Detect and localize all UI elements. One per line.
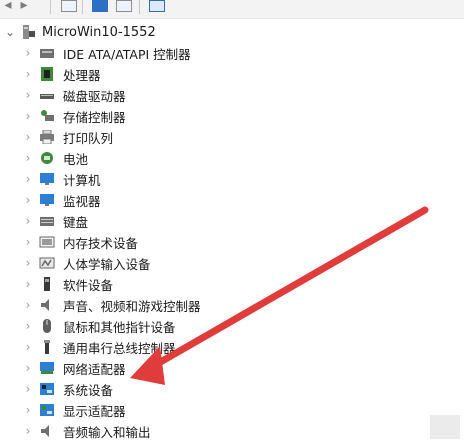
tree-item-label: 通用串行总线控制器: [63, 340, 176, 356]
chevron-right-icon[interactable]: ›: [23, 190, 33, 210]
chevron-right-icon[interactable]: ›: [23, 64, 33, 84]
tree-item-monitor[interactable]: › 监视器: [0, 190, 464, 210]
tree-item-label: 系统设备: [63, 382, 114, 398]
hid-icon: [39, 257, 55, 269]
sound-icon: [41, 299, 49, 311]
tree-item-label: 键盘: [63, 214, 89, 230]
storage-controller-icon: [41, 110, 54, 121]
monitor-icon: [40, 194, 54, 206]
tree-item-label: IDE ATA/ATAPI 控制器: [63, 46, 191, 62]
chevron-right-icon[interactable]: ›: [23, 379, 33, 399]
chevron-right-icon[interactable]: ›: [23, 169, 33, 189]
usb-icon: [44, 340, 50, 354]
corner-watermark-icon: [430, 415, 460, 439]
toolbar-divider: [50, 0, 51, 14]
chevron-right-icon[interactable]: ›: [23, 295, 33, 315]
chevron-right-icon[interactable]: ›: [23, 43, 33, 63]
tree-item-label: 存储控制器: [63, 109, 126, 125]
computer-monitor-icon: [40, 173, 54, 185]
print-queue-icon: [40, 130, 54, 144]
tree-item-label: 磁盘驱动器: [63, 88, 126, 104]
chevron-down-icon[interactable]: ⌄: [4, 22, 16, 42]
tree-item-label: 鼠标和其他指针设备: [63, 319, 176, 335]
tree-item-disk-drive[interactable]: › 磁盘驱动器: [0, 85, 464, 105]
back-button[interactable]: ◂: [2, 0, 14, 13]
memory-device-icon: [39, 236, 55, 248]
tree-item-mouse[interactable]: › 鼠标和其他指针设备: [0, 316, 464, 336]
tree-item-ide[interactable]: › IDE ATA/ATAPI 控制器: [0, 43, 464, 63]
chevron-right-icon[interactable]: ›: [23, 127, 33, 147]
tree-item-storage-controller[interactable]: › 存储控制器: [0, 106, 464, 126]
view-icon[interactable]: [116, 0, 132, 12]
chevron-right-icon[interactable]: ›: [23, 232, 33, 252]
tree-item-label: 处理器: [63, 67, 101, 83]
chevron-right-icon[interactable]: ›: [23, 148, 33, 168]
chevron-right-icon[interactable]: ›: [23, 85, 33, 105]
tree-item-system-device[interactable]: › 系统设备: [0, 379, 464, 399]
tree-item-label: 计算机: [63, 172, 101, 188]
battery-icon: [41, 152, 53, 164]
tree-item-sound[interactable]: › 声音、视频和游戏控制器: [0, 295, 464, 315]
chevron-right-icon[interactable]: ›: [23, 106, 33, 126]
monitor-icon[interactable]: [149, 0, 165, 12]
chevron-right-icon[interactable]: ›: [23, 421, 33, 441]
toolbar-divider: [82, 0, 83, 14]
disk-drive-icon: [40, 94, 54, 99]
tree-root-row[interactable]: ⌄ MicroWin10-1552: [0, 22, 464, 42]
audio-io-icon: [41, 425, 49, 437]
tree-item-label: 人体学输入设备: [63, 256, 151, 272]
tree-item-memory-device[interactable]: › 内存技术设备: [0, 232, 464, 252]
properties-icon[interactable]: [61, 0, 77, 12]
tree-item-computer[interactable]: › 计算机: [0, 169, 464, 189]
tree-item-hid[interactable]: › 人体学输入设备: [0, 253, 464, 273]
ide-controller-icon: [40, 49, 54, 58]
tree-item-label: 内存技术设备: [63, 235, 139, 251]
tree-item-label: 声音、视频和游戏控制器: [63, 298, 201, 314]
chevron-right-icon[interactable]: ›: [23, 358, 33, 378]
tree-item-label: 显示适配器: [63, 403, 126, 419]
toolbar: ◂ ▸: [0, 0, 464, 19]
tree-item-usb[interactable]: › 通用串行总线控制器: [0, 337, 464, 357]
chevron-right-icon[interactable]: ›: [23, 274, 33, 294]
tree-item-print-queue[interactable]: › 打印队列: [0, 127, 464, 147]
tree-item-label: 音频输入和输出: [63, 424, 151, 440]
forward-button[interactable]: ▸: [18, 0, 30, 13]
computer-name: MicroWin10-1552: [42, 24, 156, 40]
tree-item-label: 电池: [63, 151, 89, 167]
keyboard-icon: [40, 217, 54, 226]
software-device-icon: [44, 277, 50, 291]
tree-item-audio-io[interactable]: › 音频输入和输出: [0, 421, 464, 441]
tree-item-label: 软件设备: [63, 277, 114, 293]
tree-item-label: 网络适配器: [63, 361, 126, 377]
tree-item-display-adapter[interactable]: › 显示适配器: [0, 400, 464, 420]
tree-item-network-adapter[interactable]: › 网络适配器: [0, 358, 464, 378]
toolbar-divider: [139, 0, 140, 14]
help-icon[interactable]: [92, 0, 108, 12]
chevron-right-icon[interactable]: ›: [23, 316, 33, 336]
tree-item-software-device[interactable]: › 软件设备: [0, 274, 464, 294]
network-adapter-icon: [40, 362, 54, 374]
computer-icon: [23, 25, 35, 39]
display-adapter-icon: [40, 404, 54, 416]
tree-item-processor[interactable]: › 处理器: [0, 64, 464, 84]
mouse-icon: [43, 319, 51, 333]
tree-item-keyboard[interactable]: › 键盘: [0, 211, 464, 231]
tree-item-label: 监视器: [63, 193, 101, 209]
tree-item-battery[interactable]: › 电池: [0, 148, 464, 168]
tree-item-label: 打印队列: [63, 130, 114, 146]
system-device-icon: [40, 383, 54, 395]
chevron-right-icon[interactable]: ›: [23, 253, 33, 273]
processor-icon: [41, 67, 53, 81]
chevron-right-icon[interactable]: ›: [23, 211, 33, 231]
chevron-right-icon[interactable]: ›: [23, 400, 33, 420]
chevron-right-icon[interactable]: ›: [23, 337, 33, 357]
